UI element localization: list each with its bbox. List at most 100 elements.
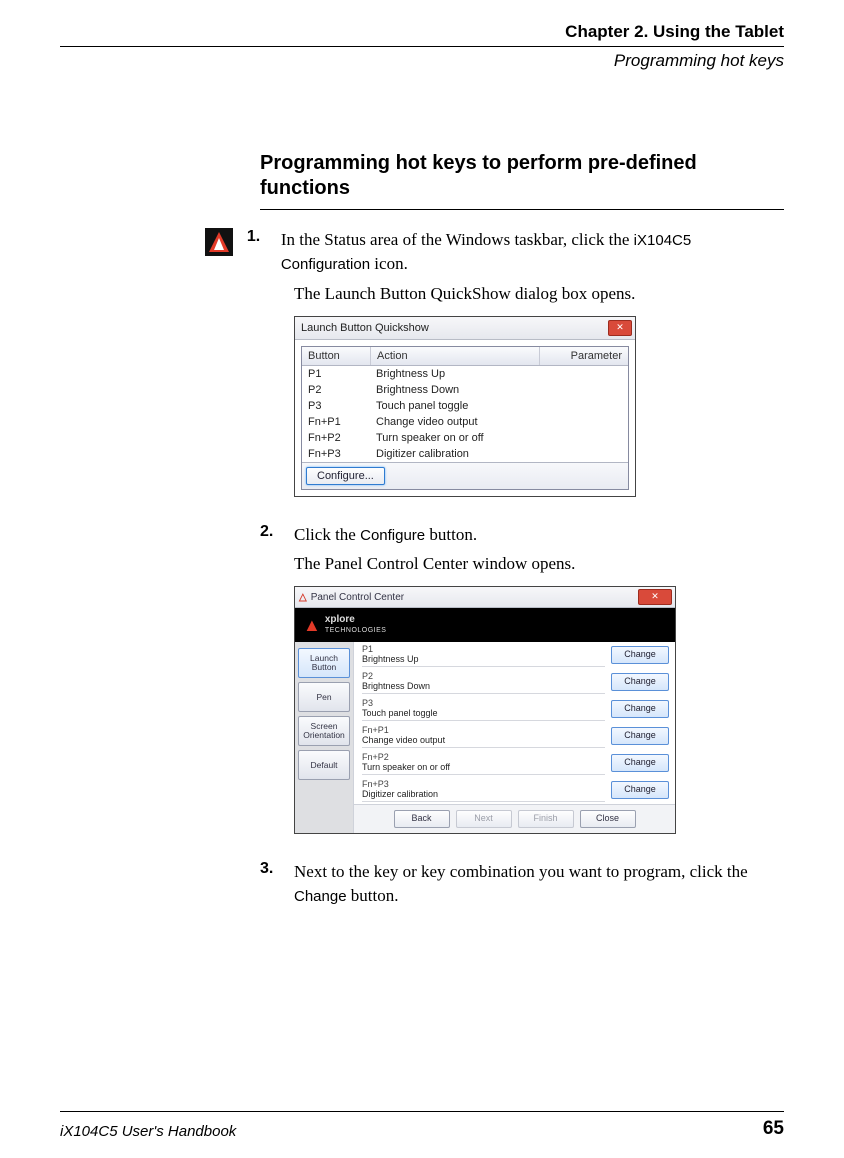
tab-pen[interactable]: Pen [298, 682, 350, 712]
close-button[interactable]: Close [580, 810, 636, 828]
change-button[interactable]: Change [611, 700, 669, 718]
panel-control-center-dialog: △ Panel Control Center ✕ ▲ xplore TECHNO… [294, 586, 676, 834]
step-1-pre: In the Status area of the Windows taskba… [281, 230, 634, 249]
next-button[interactable]: Next [456, 810, 512, 828]
book-title: iX104C5 User's Handbook [60, 1123, 236, 1140]
pcc-key: Fn+P1 [362, 725, 605, 735]
step-3-text: Next to the key or key combination you w… [294, 860, 784, 908]
table-row: P3Touch panel toggle [302, 398, 628, 414]
page-number: 65 [763, 1118, 784, 1140]
quickshow-dialog: Launch Button Quickshow ✕ Button Action … [294, 316, 636, 497]
change-button[interactable]: Change [611, 781, 669, 799]
pcc-action: Change video output [362, 735, 605, 745]
change-button[interactable]: Change [611, 646, 669, 664]
step-1-post: icon. [370, 254, 408, 273]
section-name: Programming hot keys [60, 51, 784, 71]
pcc-key: Fn+P2 [362, 752, 605, 762]
pcc-action: Brightness Down [362, 681, 605, 691]
pcc-row: P3Touch panel toggle Change [354, 696, 675, 723]
cell-action: Turn speaker on or off [370, 430, 628, 446]
cell-button: P3 [302, 398, 370, 414]
pcc-row: P2Brightness Down Change [354, 669, 675, 696]
step-3-pre: Next to the key or key combination you w… [294, 862, 748, 881]
step-1-follow: The Launch Button QuickShow dialog box o… [294, 284, 784, 304]
section-rule [260, 209, 784, 210]
step-3-change-label: Change [294, 888, 347, 905]
cell-button: Fn+P3 [302, 446, 370, 462]
section-heading: Programming hot keys to perform pre-defi… [260, 151, 784, 201]
pcc-key: Fn+P3 [362, 779, 605, 789]
table-row: Fn+P3Digitizer calibration [302, 446, 628, 462]
config-icon [205, 228, 247, 256]
pcc-titlebar: △ Panel Control Center ✕ [295, 587, 675, 608]
pcc-row: Fn+P1Change video output Change [354, 723, 675, 750]
back-button[interactable]: Back [394, 810, 450, 828]
quickshow-table: Button Action Parameter P1Brightness Up … [301, 346, 629, 490]
quickshow-table-header: Button Action Parameter [302, 347, 628, 366]
step-2-pre: Click the [294, 525, 360, 544]
change-button[interactable]: Change [611, 673, 669, 691]
pcc-key: P1 [362, 644, 605, 654]
page-header: Chapter 2. Using the Tablet Programming … [60, 22, 784, 71]
tab-default[interactable]: Default [298, 750, 350, 780]
table-row: Fn+P2Turn speaker on or off [302, 430, 628, 446]
table-row: Fn+P1Change video output [302, 414, 628, 430]
cell-action: Brightness Up [370, 366, 628, 382]
change-button[interactable]: Change [611, 727, 669, 745]
pcc-action: Touch panel toggle [362, 708, 605, 718]
cell-action: Change video output [370, 414, 628, 430]
cell-button: Fn+P1 [302, 414, 370, 430]
cell-action: Touch panel toggle [370, 398, 628, 414]
pcc-footer-buttons: Back Next Finish Close [354, 804, 675, 833]
step-3: 3. Next to the key or key combination yo… [260, 860, 784, 908]
triangle-icon: ▲ [303, 615, 321, 636]
step-2: 2. Click the Configure button. [260, 523, 784, 547]
close-icon[interactable]: ✕ [608, 320, 632, 336]
cell-button: P2 [302, 382, 370, 398]
step-2-follow: The Panel Control Center window opens. [294, 554, 784, 574]
table-row: P2Brightness Down [302, 382, 628, 398]
quickshow-titlebar: Launch Button Quickshow ✕ [295, 317, 635, 340]
pcc-row: P1Brightness Up Change [354, 642, 675, 669]
header-parameter: Parameter [540, 347, 628, 365]
pcc-key: P2 [362, 671, 605, 681]
step-1: 1. In the Status area of the Windows tas… [260, 228, 784, 276]
step-3-number: 3. [260, 860, 294, 878]
step-3-post: button. [347, 886, 399, 905]
finish-button[interactable]: Finish [518, 810, 574, 828]
header-button: Button [302, 347, 371, 365]
triangle-icon: △ [299, 592, 307, 603]
step-2-configure-label: Configure [360, 527, 425, 544]
pcc-row: Fn+P3Digitizer calibration Change [354, 777, 675, 804]
page-footer: iX104C5 User's Handbook 65 [60, 1111, 784, 1140]
pcc-action: Brightness Up [362, 654, 605, 664]
pcc-tabs: Launch Button Pen Screen Orientation Def… [295, 642, 353, 833]
pcc-row: Fn+P2Turn speaker on or off Change [354, 750, 675, 777]
step-1-number: 1. [247, 228, 281, 246]
step-2-number: 2. [260, 523, 294, 541]
tab-launch-button[interactable]: Launch Button [298, 648, 350, 678]
chapter-title: Chapter 2. Using the Tablet [60, 22, 784, 42]
header-action: Action [371, 347, 540, 365]
cell-button: P1 [302, 366, 370, 382]
table-row: P1Brightness Up [302, 366, 628, 382]
pcc-banner: ▲ xplore TECHNOLOGIES [295, 608, 675, 642]
pcc-main: P1Brightness Up Change P2Brightness Down… [353, 642, 675, 833]
pcc-action: Turn speaker on or off [362, 762, 605, 772]
change-button[interactable]: Change [611, 754, 669, 772]
cell-button: Fn+P2 [302, 430, 370, 446]
brand-label: xplore TECHNOLOGIES [325, 615, 387, 636]
pcc-action: Digitizer calibration [362, 789, 605, 799]
cell-action: Brightness Down [370, 382, 628, 398]
close-icon[interactable]: ✕ [638, 589, 672, 605]
configure-button[interactable]: Configure... [306, 467, 385, 485]
tab-screen-orientation[interactable]: Screen Orientation [298, 716, 350, 746]
step-1-text: In the Status area of the Windows taskba… [281, 228, 784, 276]
step-2-text: Click the Configure button. [294, 523, 477, 547]
step-2-post: button. [425, 525, 477, 544]
quickshow-title: Launch Button Quickshow [301, 322, 608, 334]
pcc-key: P3 [362, 698, 605, 708]
pcc-title: Panel Control Center [311, 592, 638, 603]
cell-action: Digitizer calibration [370, 446, 628, 462]
header-rule [60, 46, 784, 47]
